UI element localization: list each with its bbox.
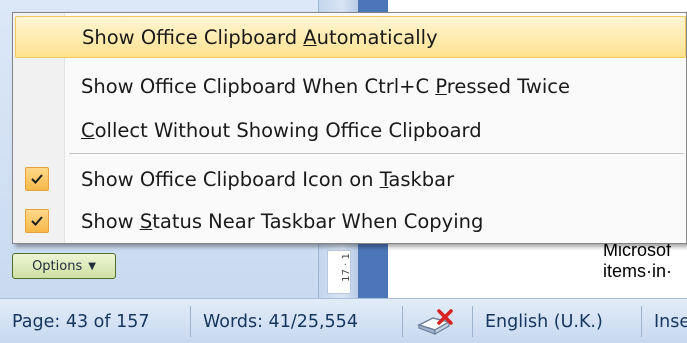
checkmark-icon [31, 216, 43, 226]
dropdown-caret-icon: ▼ [88, 260, 96, 272]
ruler-number: 17 · 1 [340, 253, 352, 282]
proofing-status-icon[interactable] [415, 299, 459, 343]
document-line: items·in· [603, 261, 673, 281]
options-button[interactable]: Options ▼ [12, 253, 116, 279]
menu-item-label: Show Office Clipboard Automatically [82, 25, 438, 49]
status-divider [641, 306, 642, 337]
menu-item-label: Show Office Clipboard Icon on Taskbar [81, 167, 455, 191]
menu-item-label: Show Status Near Taskbar When Copying [81, 209, 484, 233]
word-window: 17 · 1 Microsof items·in· Options ▼ Show… [0, 0, 687, 343]
menu-item-collect-without-showing[interactable]: Collect Without Showing Office Clipboard [15, 109, 686, 151]
book-with-red-x-icon [417, 308, 453, 335]
status-divider [190, 306, 191, 337]
status-divider [402, 306, 403, 337]
checkmark-icon [31, 174, 43, 184]
checkbox-checked[interactable] [25, 167, 49, 191]
menu-item-show-icon-on-taskbar[interactable]: Show Office Clipboard Icon on Taskbar [15, 158, 686, 200]
document-text[interactable]: Microsof items·in· [603, 240, 687, 282]
status-bar: Page: 43 of 157 Words: 41/25,554 English… [0, 298, 687, 343]
status-divider [472, 306, 473, 337]
word-count[interactable]: Words: 41/25,554 [203, 299, 358, 343]
insert-mode-status[interactable]: Inse [654, 299, 687, 343]
menu-item-label: Collect Without Showing Office Clipboard [81, 118, 482, 142]
checkbox-checked[interactable] [25, 209, 49, 233]
menu-item-show-status-near-taskbar[interactable]: Show Status Near Taskbar When Copying [15, 200, 686, 242]
options-menu: Show Office Clipboard Automatically Show… [12, 12, 687, 244]
options-label: Options [32, 258, 83, 274]
menu-separator [69, 153, 684, 154]
menu-item-show-automatically[interactable]: Show Office Clipboard Automatically [15, 16, 686, 58]
menu-item-label: Show Office Clipboard When Ctrl+C Presse… [81, 74, 570, 98]
language-status[interactable]: English (U.K.) [485, 299, 603, 343]
page-count[interactable]: Page: 43 of 157 [12, 299, 150, 343]
menu-item-show-when-ctrl-c-twice[interactable]: Show Office Clipboard When Ctrl+C Presse… [15, 65, 686, 107]
